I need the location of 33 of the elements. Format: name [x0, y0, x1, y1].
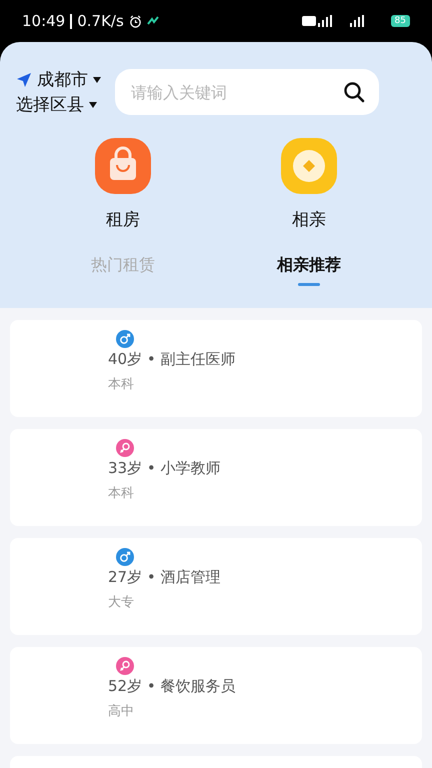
education-label: 大专	[108, 594, 135, 611]
profile-card[interactable]: 52岁 • 餐饮服务员 高中	[10, 647, 422, 744]
alarm-icon	[128, 14, 142, 28]
district-selector[interactable]: 选择区县	[16, 93, 84, 116]
male-symbol-icon	[116, 548, 134, 566]
profile-card[interactable]: 33岁 • 小学教师 本科	[10, 429, 422, 526]
education-label: 本科	[108, 376, 135, 393]
search-icon[interactable]	[343, 81, 365, 103]
profile-title: 52岁 • 餐饮服务员	[108, 677, 236, 696]
network-speed: 0.7K/s	[77, 12, 124, 30]
female-symbol-icon	[116, 657, 134, 675]
profile-title: 27岁 • 酒店管理	[108, 568, 220, 587]
profile-title: 33岁 • 小学教师	[108, 459, 220, 478]
profile-card[interactable]: 27岁 • 酒店管理 大专	[10, 538, 422, 635]
city-selector[interactable]: 成都市	[37, 68, 88, 91]
profile-title: 40岁 • 副主任医师	[108, 350, 236, 369]
male-symbol-icon	[116, 330, 134, 348]
tab[interactable]: 相亲推荐	[259, 249, 359, 286]
female-symbol-icon	[116, 439, 134, 457]
profile-card[interactable]: 40岁 • 副主任医师 本科	[10, 320, 422, 417]
location-arrow-icon	[16, 72, 32, 88]
education-label: 本科	[108, 485, 135, 502]
search-field[interactable]: 请输入关键词	[115, 69, 379, 115]
shortcut-label[interactable]: 相亲	[292, 208, 326, 231]
shortcut-label[interactable]: 租房	[106, 208, 140, 231]
app-notification-icon	[146, 16, 159, 26]
caret-icon	[93, 76, 101, 82]
battery-level: 85	[390, 15, 410, 27]
education-label: 高中	[108, 703, 135, 720]
coin-icon[interactable]	[281, 138, 337, 194]
caret-icon	[89, 102, 97, 108]
shopping-bag-icon[interactable]	[95, 138, 151, 194]
status-time: 10:49	[22, 12, 66, 30]
